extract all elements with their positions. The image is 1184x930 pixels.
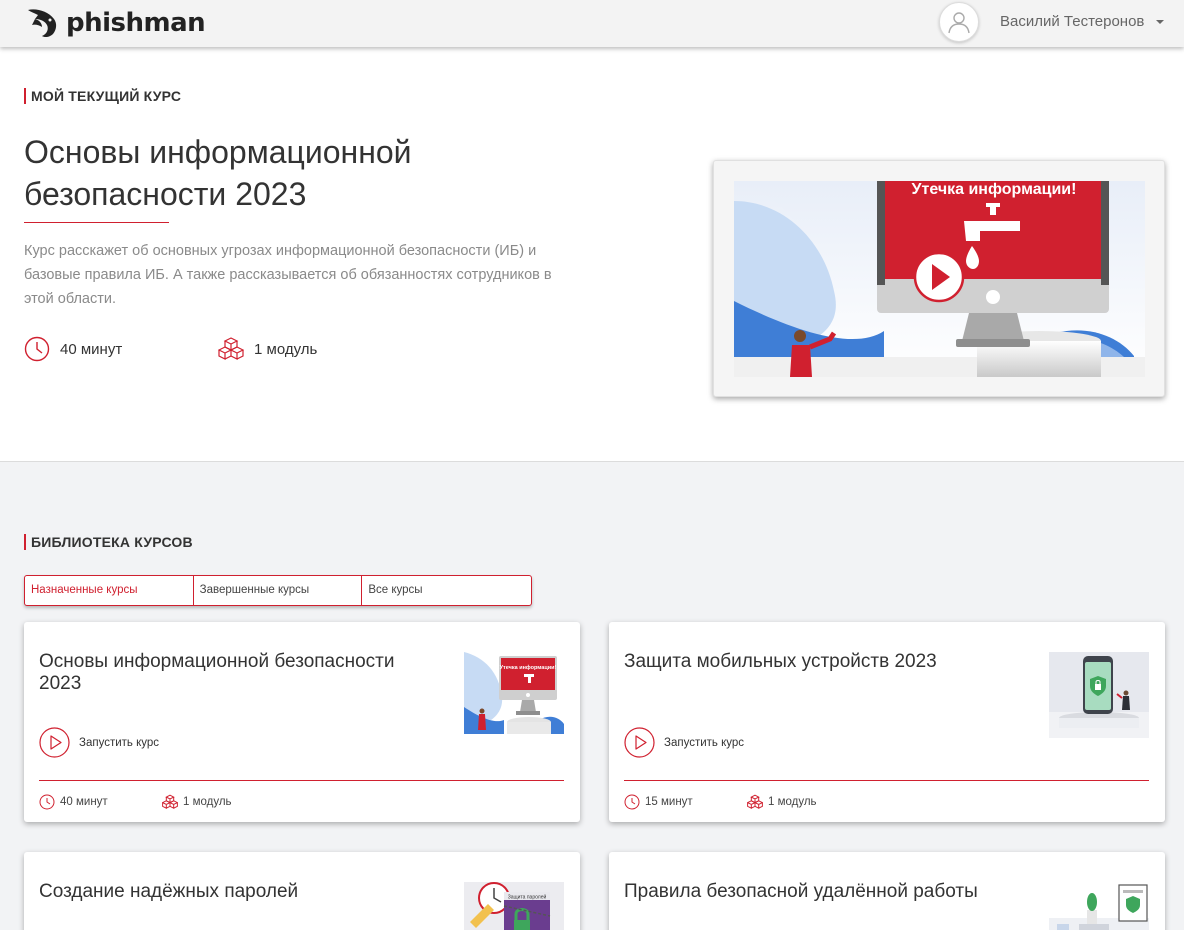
current-course-title: Основы информационной безопасности 2023 bbox=[24, 134, 412, 212]
caret-down-icon[interactable] bbox=[1156, 20, 1164, 24]
course-card[interactable]: Защита мобильных устройств 2023 Запустит… bbox=[609, 622, 1165, 822]
user-avatar-icon bbox=[948, 12, 970, 34]
library-tabs: Назначенные курсы Завершенные курсы Все … bbox=[24, 575, 532, 606]
course-modules: 1 модуль bbox=[747, 794, 817, 810]
launch-course-button[interactable]: Запустить курс bbox=[624, 727, 744, 758]
modules-text: 1 модуль bbox=[254, 340, 318, 358]
clock-icon bbox=[39, 794, 55, 810]
course-modules: 1 модуль bbox=[162, 794, 232, 810]
card-thumb-caption: Утечка информации! bbox=[500, 664, 557, 671]
modules-text: 1 модуль bbox=[768, 796, 817, 808]
fish-logo-icon bbox=[28, 9, 57, 38]
clock-icon bbox=[24, 336, 50, 362]
cubes-icon bbox=[747, 794, 763, 809]
modules-text: 1 модуль bbox=[183, 796, 232, 808]
card-illustration bbox=[1049, 882, 1149, 930]
card-illustration: Защита паролей bbox=[464, 882, 564, 930]
top-bar: phishman Василий Тестеронов bbox=[0, 0, 1184, 47]
course-card-title[interactable]: Основы информационной безопасности 2023 bbox=[39, 651, 419, 695]
duration-text: 40 минут bbox=[60, 340, 123, 358]
duration-text: 15 минут bbox=[645, 796, 693, 808]
course-card-title[interactable]: Защита мобильных устройств 2023 bbox=[624, 651, 1004, 673]
card-illustration: Утечка информации! bbox=[464, 652, 564, 734]
user-avatar[interactable] bbox=[939, 2, 979, 42]
tab-completed-courses[interactable]: Завершенные курсы bbox=[194, 576, 363, 605]
course-video-thumbnail[interactable]: Утечка информации! bbox=[734, 181, 1145, 377]
card-illustration bbox=[1049, 652, 1149, 738]
cubes-icon bbox=[162, 794, 178, 809]
course-duration: 40 минут bbox=[39, 794, 108, 810]
current-course-duration: 40 минут bbox=[24, 336, 122, 362]
current-course-section: МОЙ ТЕКУЩИЙ КУРС Основы информационной б… bbox=[0, 47, 1184, 462]
phishman-logo[interactable]: phishman bbox=[26, 6, 206, 40]
card-thumb-caption: Защита паролей bbox=[508, 894, 547, 901]
clock-icon bbox=[624, 794, 640, 810]
launch-course-label: Запустить курс bbox=[79, 736, 160, 749]
course-card-title[interactable]: Создание надёжных паролей bbox=[39, 881, 419, 903]
course-card-title[interactable]: Правила безопасной удалённой работы bbox=[624, 881, 1004, 903]
current-course-modules: 1 модуль bbox=[218, 336, 317, 362]
launch-course-label: Запустить курс bbox=[664, 736, 745, 749]
current-course-description: Курс расскажет об основных угрозах инфор… bbox=[24, 243, 552, 307]
tab-assigned-courses[interactable]: Назначенные курсы bbox=[25, 576, 194, 605]
launch-course-button[interactable]: Запустить курс bbox=[39, 727, 159, 758]
title-underline bbox=[24, 222, 169, 223]
video-caption: Утечка информации! bbox=[912, 181, 1077, 198]
card-divider bbox=[624, 780, 1149, 781]
play-circle-icon bbox=[624, 727, 655, 758]
course-card[interactable]: Основы информационной безопасности 2023 … bbox=[24, 622, 580, 822]
cubes-icon bbox=[218, 337, 244, 360]
course-card-thumbnail[interactable]: Защита паролей bbox=[464, 882, 564, 930]
user-name-menu[interactable]: Василий Тестеронов bbox=[1000, 13, 1144, 31]
course-card[interactable]: Создание надёжных паролей Защита паролей bbox=[24, 852, 580, 930]
course-card[interactable]: Правила безопасной удалённой работы bbox=[609, 852, 1165, 930]
duration-text: 40 минут bbox=[60, 796, 108, 808]
course-card-thumbnail[interactable] bbox=[1049, 652, 1149, 738]
course-video-card[interactable]: Утечка информации! bbox=[713, 160, 1165, 397]
video-illustration: Утечка информации! bbox=[734, 181, 1145, 377]
section-label-current: МОЙ ТЕКУЩИЙ КУРС bbox=[24, 88, 181, 104]
course-card-thumbnail[interactable] bbox=[1049, 882, 1149, 930]
logo-text: phishman bbox=[66, 8, 206, 38]
course-duration: 15 минут bbox=[624, 794, 693, 810]
play-circle-icon[interactable] bbox=[913, 251, 965, 303]
tab-all-courses[interactable]: Все курсы bbox=[362, 576, 531, 605]
card-divider bbox=[39, 780, 564, 781]
section-label-library: БИБЛИОТЕКА КУРСОВ bbox=[24, 534, 193, 550]
course-card-thumbnail[interactable]: Утечка информации! bbox=[464, 652, 564, 734]
play-circle-icon bbox=[39, 727, 70, 758]
